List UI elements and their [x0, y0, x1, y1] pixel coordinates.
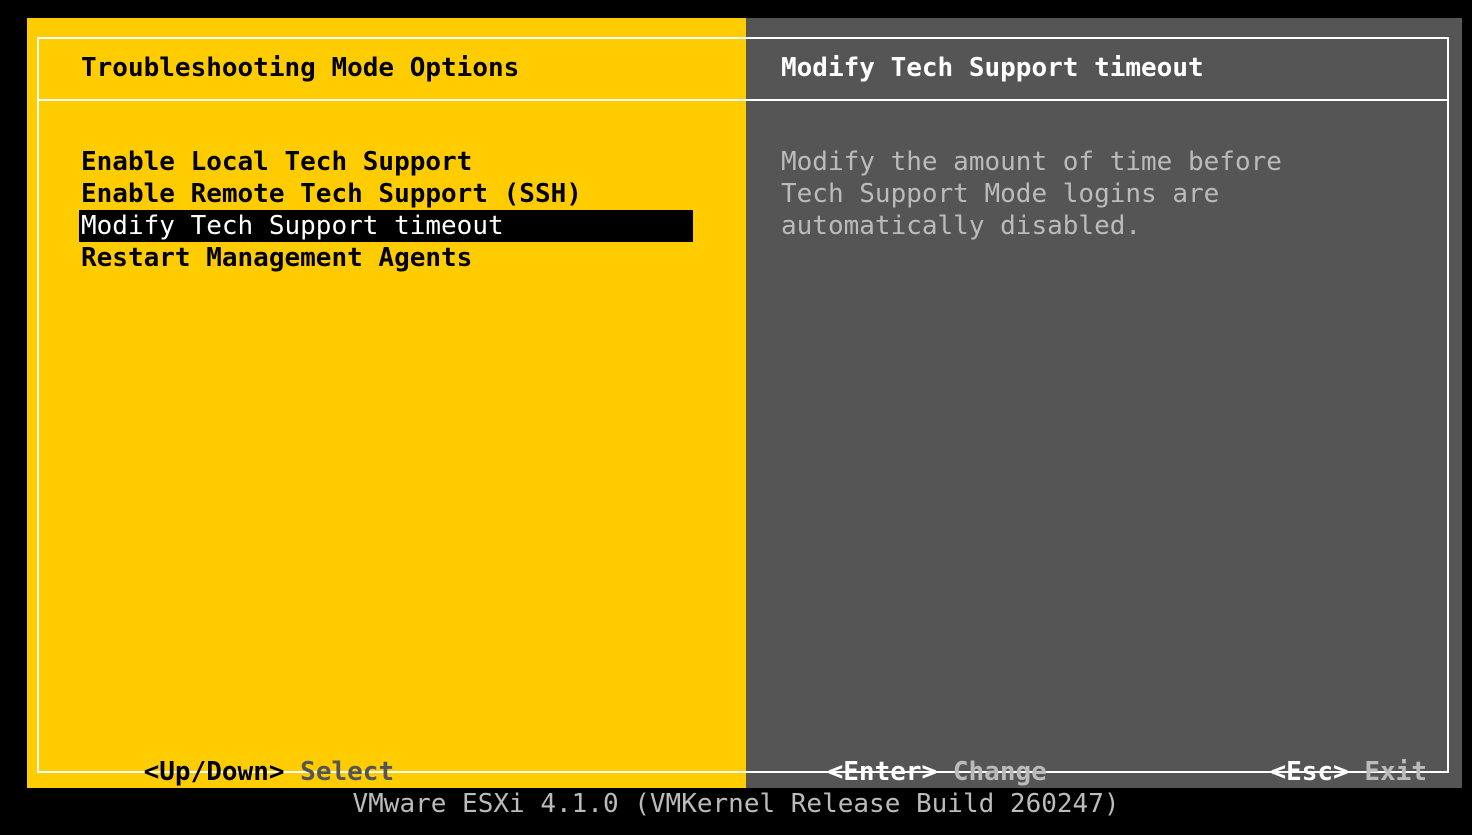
exit-key-hint[interactable]: <Esc> Exit [1208, 724, 1427, 787]
dcui-screen: Troubleshooting Mode Options Modify Tech… [0, 0, 1472, 835]
frame-right-border [1447, 37, 1449, 772]
menu-item-enable-remote-tech-support-ssh[interactable]: Enable Remote Tech Support (SSH) [79, 178, 693, 210]
left-pane [27, 18, 746, 788]
enter-key-label: <Enter> [827, 757, 938, 787]
esc-key-label: <Esc> [1270, 757, 1349, 787]
select-action-label: Select [300, 757, 395, 787]
troubleshooting-menu: Enable Local Tech Support Enable Remote … [79, 146, 693, 274]
description-line: Tech Support Mode logins are [781, 179, 1220, 209]
change-action-label: Change [952, 757, 1047, 787]
up-down-key-label: <Up/Down> [143, 757, 285, 787]
frame-left-border [37, 37, 39, 772]
menu-item-enable-local-tech-support[interactable]: Enable Local Tech Support [79, 146, 693, 178]
description-line: Modify the amount of time before [781, 147, 1282, 177]
change-key-hint[interactable]: <Enter> Change [765, 724, 1047, 787]
right-pane [746, 18, 1462, 788]
description-line: automatically disabled. [781, 211, 1142, 241]
version-status-bar: VMware ESXi 4.1.0 (VMKernel Release Buil… [352, 789, 1120, 819]
exit-action-label: Exit [1364, 757, 1427, 787]
frame-top-border [37, 37, 1449, 39]
select-key-hint[interactable]: <Up/Down> Select [81, 724, 394, 787]
header-divider [37, 99, 1449, 101]
right-panel-title: Modify Tech Support timeout [781, 53, 1204, 83]
menu-item-restart-management-agents[interactable]: Restart Management Agents [79, 242, 693, 274]
option-description: Modify the amount of time before Tech Su… [781, 146, 1421, 242]
menu-item-modify-tech-support-timeout[interactable]: Modify Tech Support timeout [79, 210, 693, 242]
left-panel-title: Troubleshooting Mode Options [81, 53, 520, 83]
